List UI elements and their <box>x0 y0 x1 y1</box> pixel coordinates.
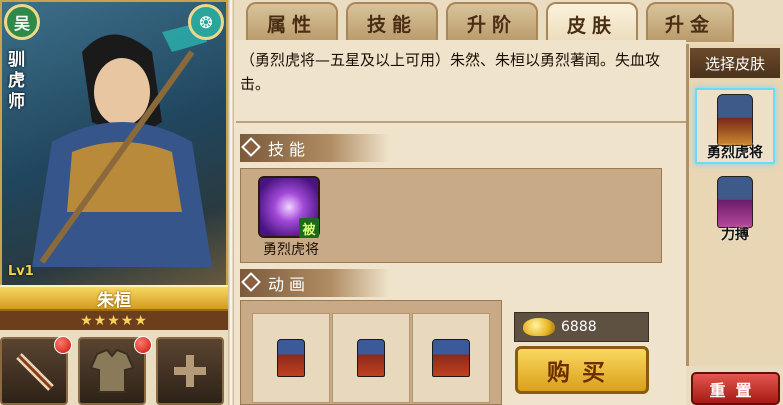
skill-name: 勇烈虎将 <box>263 242 319 258</box>
animation-frame-move[interactable] <box>332 313 410 403</box>
buy-button[interactable]: 购买 <box>515 346 649 394</box>
tab-gold-upgrade[interactable]: 升金 <box>646 2 734 42</box>
star-rating: ★★★★★ <box>0 311 228 330</box>
hero-level: Lv1 <box>8 264 34 279</box>
skin-description: （勇烈虎将—五星及以上可用）朱然、朱桓以勇烈著闻。失血攻击。 <box>240 51 661 93</box>
skin-item-label: 勇烈虎将 <box>707 145 763 161</box>
unit-sprite <box>357 339 385 377</box>
skin-item-label: 力搏 <box>721 227 749 243</box>
separator-line <box>236 121 686 123</box>
plus-icon <box>174 355 206 387</box>
scroll-icon <box>16 353 54 391</box>
skill-section-title: 技能 <box>268 140 311 159</box>
skill-section-header: 技能 <box>240 134 390 162</box>
stars: ★★★★★ <box>80 312 148 329</box>
tab-skins[interactable]: 皮肤 <box>546 2 638 44</box>
skin-figure <box>717 94 753 146</box>
gold-ingot-icon <box>523 318 555 336</box>
animation-frame-attack[interactable] <box>412 313 490 403</box>
armor-icon <box>89 348 135 393</box>
notification-dot <box>54 336 72 354</box>
animation-section-header: 动画 <box>240 269 390 297</box>
gold-price: 6888 <box>514 312 649 342</box>
equipment-slot-empty[interactable] <box>156 337 224 405</box>
hero-portrait <box>32 22 212 267</box>
tab-advance[interactable]: 升阶 <box>446 2 538 42</box>
hero-name-plate: 朱桓 <box>0 285 228 311</box>
gold-amount: 6888 <box>561 319 597 335</box>
reset-button[interactable]: 重置 <box>691 372 780 405</box>
diamond-icon <box>241 272 261 292</box>
passive-tag: 被 <box>299 218 319 238</box>
tab-skills[interactable]: 技能 <box>346 2 438 42</box>
animation-section-title: 动画 <box>268 275 311 294</box>
unit-sprite <box>277 339 305 377</box>
skin-selection-header: 选择皮肤 <box>690 48 780 78</box>
hero-card[interactable]: 吴 ❂ 驯虎师 Lv1 <box>0 0 228 330</box>
diamond-icon <box>241 137 261 157</box>
skin-item-yonglie-hujiang[interactable]: 勇烈虎将 <box>695 88 775 164</box>
notification-dot <box>134 336 152 354</box>
tab-attributes[interactable]: 属性 <box>246 2 338 42</box>
unit-sprite <box>432 339 470 377</box>
elite-badge-icon: ❂ <box>188 4 224 40</box>
skin-figure <box>717 176 753 228</box>
hero-title: 驯虎师 <box>8 50 25 112</box>
skin-item-libo[interactable]: 力搏 <box>695 172 775 248</box>
animation-frame-idle[interactable] <box>252 313 330 403</box>
faction-badge: 吴 <box>4 4 40 40</box>
